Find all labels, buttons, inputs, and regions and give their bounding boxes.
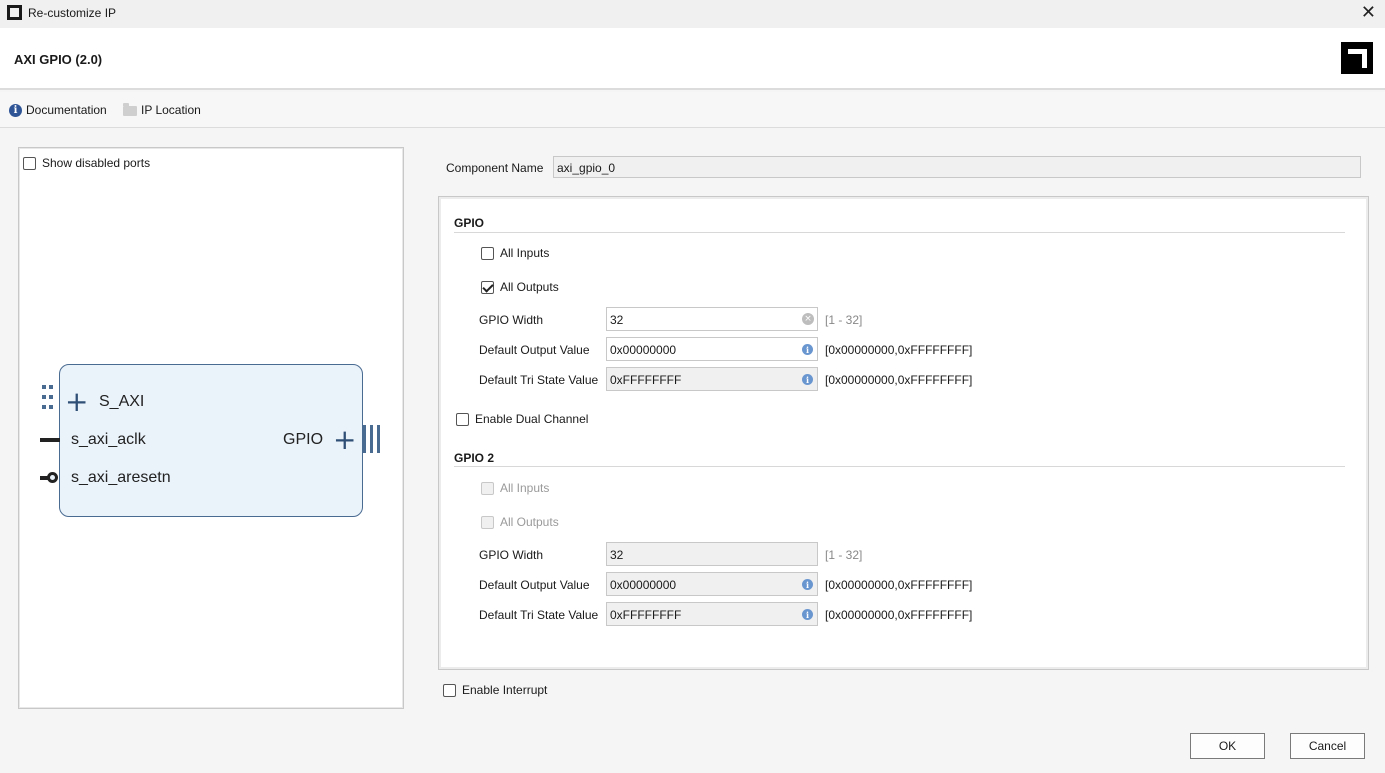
- show-disabled-ports-checkbox[interactable]: Show disabled ports: [23, 156, 150, 170]
- ip-symbol-panel: Show disabled ports + S_AXI s_axi_aclk s…: [18, 147, 404, 709]
- port-s-axi: S_AXI: [99, 393, 145, 410]
- checkbox-box[interactable]: [443, 683, 456, 697]
- documentation-label: Documentation: [26, 103, 107, 117]
- gpio2-all-inputs-label: All Inputs: [500, 481, 550, 495]
- gpio2-all-outputs-checkbox[interactable]: All Outputs: [481, 515, 559, 529]
- enable-interrupt-label: Enable Interrupt: [462, 683, 548, 697]
- cancel-button[interactable]: Cancel: [1290, 733, 1365, 759]
- ip-location-button[interactable]: IP Location: [123, 103, 201, 117]
- clear-icon[interactable]: ×: [802, 313, 814, 325]
- info-icon[interactable]: i: [802, 344, 813, 355]
- gpio-config-panel: [438, 196, 1369, 670]
- active-low-bubble-icon: [47, 472, 58, 483]
- gpio2-default-tri-range: [0x00000000,0xFFFFFFFF]: [825, 608, 973, 622]
- info-icon: i: [9, 103, 22, 117]
- gpio-default-output-range: [0x00000000,0xFFFFFFFF]: [825, 343, 973, 357]
- gpio-width-label: GPIO Width: [479, 313, 544, 327]
- gpio-section-divider: [454, 232, 1345, 233]
- gpio-default-output-label: Default Output Value: [479, 343, 590, 357]
- folder-icon: [123, 103, 137, 116]
- info-icon[interactable]: i: [802, 579, 813, 590]
- gpio2-width-input[interactable]: 32: [606, 542, 818, 566]
- s-axi-aclk-pin: [40, 438, 60, 442]
- gpio2-width-label: GPIO Width: [479, 548, 544, 562]
- port-s-axi-aresetn: s_axi_aresetn: [71, 469, 171, 486]
- gpio2-section-title: GPIO 2: [454, 451, 495, 465]
- gpio2-default-output-value: 0x00000000: [610, 578, 677, 592]
- gpio-default-tri-value: 0xFFFFFFFF: [610, 373, 682, 387]
- gpio-all-outputs-label: All Outputs: [500, 280, 559, 294]
- ok-button[interactable]: OK: [1190, 733, 1265, 759]
- documentation-button[interactable]: i Documentation: [9, 103, 107, 117]
- amd-logo-icon: [1341, 42, 1373, 74]
- gpio-default-tri-input[interactable]: 0xFFFFFFFF i: [606, 367, 818, 391]
- gpio2-section-divider: [454, 466, 1345, 467]
- gpio-all-outputs-checkbox[interactable]: All Outputs: [481, 280, 559, 294]
- gpio2-width-range: [1 - 32]: [825, 548, 863, 562]
- gpio2-default-output-range: [0x00000000,0xFFFFFFFF]: [825, 578, 973, 592]
- info-icon[interactable]: i: [802, 374, 813, 385]
- port-gpio: GPIO: [283, 431, 324, 448]
- gpio2-all-outputs-label: All Outputs: [500, 515, 559, 529]
- window-title: Re-customize IP: [28, 6, 117, 20]
- checkbox-box[interactable]: [481, 481, 494, 495]
- toolbar: i Documentation IP Location: [0, 92, 1385, 128]
- gpio2-default-output-label: Default Output Value: [479, 578, 590, 592]
- info-icon[interactable]: i: [802, 609, 813, 620]
- ip-title: AXI GPIO (2.0): [14, 52, 103, 67]
- gpio-default-output-input[interactable]: 0x00000000 i: [606, 337, 818, 361]
- gpio-all-inputs-checkbox[interactable]: All Inputs: [481, 246, 549, 260]
- checkbox-box[interactable]: [481, 246, 494, 260]
- gpio2-default-output-input[interactable]: 0x00000000 i: [606, 572, 818, 596]
- checkbox-box[interactable]: [481, 515, 494, 529]
- gpio2-all-inputs-checkbox[interactable]: All Inputs: [481, 481, 549, 495]
- component-name-input[interactable]: axi_gpio_0: [553, 156, 1361, 178]
- gpio-width-input[interactable]: 32 ×: [606, 307, 818, 331]
- show-disabled-ports-label: Show disabled ports: [42, 156, 151, 170]
- gpio-default-tri-label: Default Tri State Value: [479, 373, 599, 387]
- app-logo-icon: [7, 5, 22, 20]
- ip-header: AXI GPIO (2.0): [0, 28, 1385, 90]
- enable-dual-channel-checkbox[interactable]: Enable Dual Channel: [456, 412, 588, 426]
- gpio-default-output-value: 0x00000000: [610, 343, 677, 357]
- ip-location-label: IP Location: [141, 103, 201, 117]
- gpio2-width-value: 32: [610, 548, 624, 562]
- gpio2-default-tri-label: Default Tri State Value: [479, 608, 599, 622]
- checkbox-box[interactable]: [23, 156, 36, 170]
- enable-dual-channel-label: Enable Dual Channel: [475, 412, 589, 426]
- gpio-width-range: [1 - 32]: [825, 313, 863, 327]
- s-axi-interface-pin: [42, 385, 54, 417]
- gpio-expand-icon[interactable]: +: [333, 426, 356, 454]
- checkbox-box[interactable]: [456, 412, 469, 426]
- title-bar: Re-customize IP ✕: [0, 0, 1385, 28]
- gpio2-default-tri-value: 0xFFFFFFFF: [610, 608, 682, 622]
- close-icon[interactable]: ✕: [1361, 3, 1376, 21]
- gpio2-default-tri-input[interactable]: 0xFFFFFFFF i: [606, 602, 818, 626]
- gpio-section-title: GPIO: [454, 216, 485, 230]
- port-s-axi-aclk: s_axi_aclk: [71, 431, 146, 448]
- enable-interrupt-checkbox[interactable]: Enable Interrupt: [443, 683, 547, 697]
- ip-block-symbol: + S_AXI s_axi_aclk s_axi_aresetn GPIO +: [40, 364, 380, 517]
- component-name-label: Component Name: [446, 161, 544, 175]
- gpio-width-value: 32: [610, 313, 624, 327]
- s-axi-expand-icon[interactable]: +: [65, 388, 88, 416]
- gpio-default-tri-range: [0x00000000,0xFFFFFFFF]: [825, 373, 973, 387]
- gpio-all-inputs-label: All Inputs: [500, 246, 550, 260]
- checkbox-box[interactable]: [481, 280, 494, 294]
